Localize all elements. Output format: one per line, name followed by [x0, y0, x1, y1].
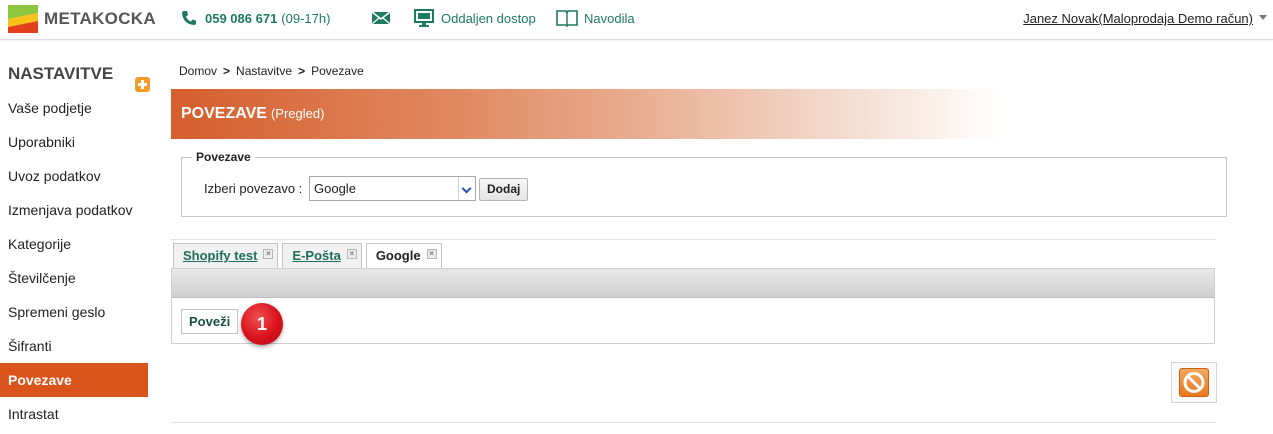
page-header: POVEZAVE (Pregled) — [171, 89, 1001, 139]
book-icon — [556, 10, 578, 27]
phone-contact: 059 086 671 (09-17h) — [181, 10, 330, 26]
remote-access-label: Oddaljen dostop — [441, 10, 536, 26]
sidebar-item-categories[interactable]: Kategorije — [0, 227, 148, 261]
logo-icon — [8, 5, 38, 33]
close-icon[interactable]: × — [346, 249, 357, 259]
guide-label: Navodila — [584, 10, 635, 26]
step-badge: 1 — [241, 303, 283, 345]
tab-e-posta[interactable]: E-Pošta × — [282, 243, 362, 268]
connect-button[interactable]: Poveži — [181, 309, 239, 334]
sidebar-item-company[interactable]: Vaše podjetje — [0, 91, 148, 125]
divider — [171, 239, 1216, 240]
panel-toolbar — [172, 269, 1214, 298]
tab-label[interactable]: Shopify test — [183, 248, 257, 263]
sidebar: NASTAVITVE Vaše podjetje Uporabniki Uvoz… — [0, 57, 148, 431]
breadcrumb-settings[interactable]: Nastavitve — [236, 64, 292, 78]
connection-tabs: Shopify test × E-Pošta × Google × — [173, 243, 446, 268]
chevron-down-icon[interactable] — [458, 177, 475, 200]
phone-number: 059 086 671 — [205, 10, 278, 26]
sidebar-item-users[interactable]: Uporabniki — [0, 125, 148, 159]
sidebar-item-intrastat[interactable]: Intrastat — [0, 397, 148, 431]
close-icon[interactable]: × — [263, 249, 274, 259]
no-entry-icon — [1183, 372, 1205, 393]
breadcrumb-separator: > — [298, 64, 306, 78]
add-button[interactable]: Dodaj — [479, 178, 529, 201]
monitor-icon — [414, 9, 434, 27]
user-menu[interactable]: Janez Novak(Maloprodaja Demo račun) — [1023, 11, 1253, 26]
tab-google[interactable]: Google × — [365, 243, 442, 268]
add-user-icon[interactable] — [135, 77, 150, 92]
connection-select[interactable]: Google — [309, 176, 476, 201]
sidebar-item-data-import[interactable]: Uvoz podatkov — [0, 159, 148, 193]
close-icon[interactable]: × — [426, 249, 437, 259]
fieldset-legend: Povezave — [192, 150, 255, 164]
guide-link[interactable]: Navodila — [556, 9, 635, 27]
tab-label: Google — [375, 248, 421, 263]
select-connection-label: Izberi povezavo : — [204, 181, 303, 196]
chevron-down-icon[interactable] — [1259, 15, 1267, 20]
sidebar-item-data-exchange[interactable]: Izmenjava podatkov — [0, 193, 148, 227]
page-title-text: POVEZAVE — [181, 105, 267, 122]
breadcrumb-separator: > — [223, 64, 231, 78]
connection-select-value: Google — [314, 181, 356, 196]
tab-panel: Poveži — [171, 268, 1215, 344]
sidebar-item-connections[interactable]: Povezave — [0, 363, 148, 397]
sidebar-item-numbering[interactable]: Številčenje — [0, 261, 148, 295]
mail-icon — [371, 11, 391, 25]
breadcrumb-current: Povezave — [311, 64, 364, 78]
sidebar-item-change-password[interactable]: Spremeni geslo — [0, 295, 148, 329]
top-bar: METAKOCKA 059 086 671 (09-17h) Oddaljen … — [0, 0, 1273, 40]
breadcrumb-home[interactable]: Domov — [179, 64, 217, 78]
sidebar-item-code-lists[interactable]: Šifranti — [0, 329, 148, 363]
divider — [171, 422, 1216, 423]
sidebar-title: NASTAVITVE — [8, 64, 114, 83]
logo-text: METAKOCKA — [44, 9, 156, 28]
breadcrumb: Domov > Nastavitve > Povezave — [179, 64, 364, 78]
logo[interactable]: METAKOCKA — [8, 4, 156, 34]
cancel-button[interactable] — [1171, 362, 1217, 403]
connections-fieldset: Povezave Izberi povezavo : Google Dodaj — [181, 150, 1227, 217]
mail-button[interactable] — [371, 10, 391, 29]
phone-hours: (09-17h) — [281, 10, 331, 26]
cancel-icon — [1179, 368, 1209, 397]
page-title: POVEZAVE (Pregled) — [181, 105, 324, 123]
remote-access-link[interactable]: Oddaljen dostop — [414, 9, 536, 27]
page-subtitle: (Pregled) — [270, 106, 325, 121]
tab-shopify-test[interactable]: Shopify test × — [173, 243, 279, 268]
tab-label[interactable]: E-Pošta — [292, 248, 340, 263]
phone-icon — [182, 11, 196, 25]
